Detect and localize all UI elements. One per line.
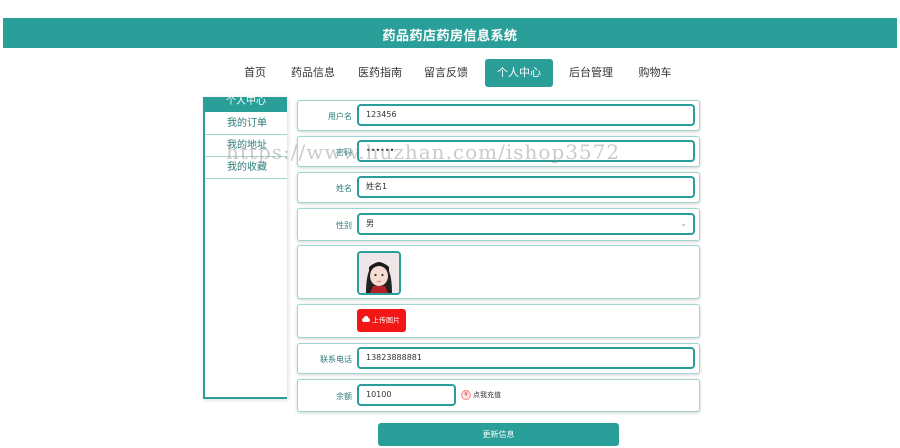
sidebar: 个人中心 我的订单 我的地址 我的收藏	[203, 97, 287, 399]
upload-row: 上传图片	[297, 304, 700, 338]
nav-item-home[interactable]: 首页	[236, 59, 274, 87]
upload-image-label: 上传图片	[372, 316, 400, 325]
sidebar-item-address[interactable]: 我的地址	[205, 135, 287, 157]
sidebar-item-orders[interactable]: 我的订单	[205, 113, 287, 135]
balance-row: 余额 10100 ¥ 点我充值	[297, 379, 700, 412]
cloud-upload-icon	[362, 309, 370, 332]
username-row: 用户名 123456	[297, 100, 700, 131]
name-row: 姓名 姓名1	[297, 172, 700, 203]
sidebar-item-favorites[interactable]: 我的收藏	[205, 157, 287, 179]
name-label: 姓名	[336, 184, 352, 193]
balance-field[interactable]: 10100	[357, 384, 456, 406]
yen-icon: ¥	[461, 390, 471, 400]
username-label: 用户名	[328, 112, 352, 121]
nav-item-personal-center[interactable]: 个人中心	[485, 59, 553, 87]
gender-select[interactable]: 男 ⌄	[357, 213, 695, 235]
upload-image-button[interactable]: 上传图片	[357, 309, 406, 332]
nav-item-medical-guide[interactable]: 医药指南	[353, 59, 407, 87]
phone-field[interactable]: 13823888881	[357, 347, 695, 369]
phone-label: 联系电话	[320, 355, 352, 364]
recharge-link[interactable]: ¥ 点我充值	[461, 389, 501, 401]
recharge-label: 点我充值	[473, 391, 501, 399]
nav-item-admin[interactable]: 后台管理	[563, 59, 619, 87]
password-label: 密码	[336, 148, 352, 157]
avatar-portrait-icon	[359, 253, 399, 293]
gender-row: 性别 男 ⌄	[297, 208, 700, 241]
nav-item-feedback[interactable]: 留言反馈	[419, 59, 473, 87]
nav-item-cart[interactable]: 购物车	[632, 59, 678, 87]
password-field[interactable]: ••••••	[357, 140, 695, 162]
balance-label: 余额	[336, 392, 352, 401]
app-title: 药品药店药房信息系统	[382, 29, 518, 44]
gender-value: 男	[366, 219, 374, 228]
main-nav: 首页 药品信息 医药指南 留言反馈 个人中心 后台管理 购物车	[0, 59, 900, 89]
chevron-down-icon: ⌄	[680, 219, 687, 228]
password-row: 密码 ••••••	[297, 136, 700, 167]
nav-item-medicine-info[interactable]: 药品信息	[286, 59, 340, 87]
avatar-row	[297, 245, 700, 299]
gender-label: 性别	[336, 221, 352, 230]
update-info-button[interactable]: 更新信息	[378, 423, 619, 446]
name-field[interactable]: 姓名1	[357, 176, 695, 198]
app-header: 药品药店药房信息系统	[3, 18, 897, 48]
phone-row: 联系电话 13823888881	[297, 343, 700, 374]
avatar-image[interactable]	[357, 251, 401, 295]
username-field[interactable]: 123456	[357, 104, 695, 126]
sidebar-title: 个人中心	[205, 97, 287, 112]
